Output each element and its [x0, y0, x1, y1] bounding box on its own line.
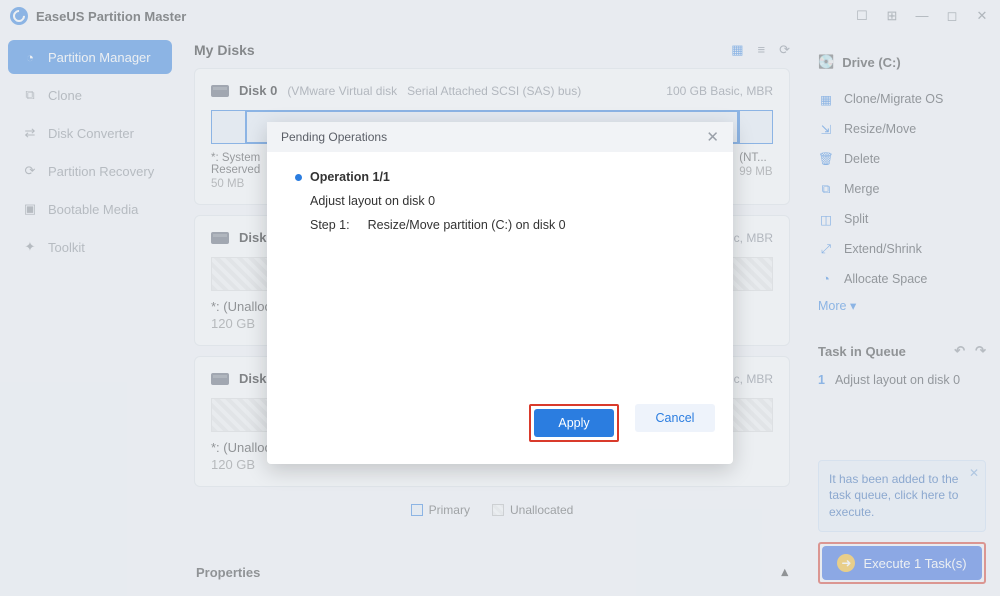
window-controls: ☐ ⊞ — ◻ ✕ — [854, 8, 990, 24]
sidebar-item-toolkit[interactable]: ✦ Toolkit — [8, 230, 172, 264]
queue-item[interactable]: 1 Adjust layout on disk 0 — [818, 373, 986, 387]
queue-index: 1 — [818, 373, 825, 387]
legend: Primary Unallocated — [194, 503, 790, 517]
sidebar: ◔ Partition Manager ⧉ Clone ⇄ Disk Conve… — [0, 32, 180, 596]
media-icon: ▣ — [22, 201, 38, 217]
action-resize-move[interactable]: ⇲Resize/Move — [818, 114, 986, 144]
execute-tasks-button[interactable]: ➜ Execute 1 Task(s) — [822, 546, 982, 580]
sidebar-item-label: Disk Converter — [48, 126, 134, 141]
action-clone-migrate[interactable]: ▦Clone/Migrate OS — [818, 84, 986, 114]
properties-toggle[interactable]: Properties ▴ — [194, 558, 790, 586]
hdd-icon — [211, 373, 229, 385]
close-icon[interactable]: ✕ — [974, 8, 990, 24]
sidebar-item-disk-converter[interactable]: ⇄ Disk Converter — [8, 116, 172, 150]
allocate-icon: ◔ — [818, 272, 834, 286]
sidebar-item-label: Clone — [48, 88, 82, 103]
apply-highlight: Apply — [529, 404, 619, 442]
chevron-up-icon: ▴ — [781, 564, 788, 580]
redo-icon[interactable]: ↷ — [975, 343, 986, 359]
action-split[interactable]: ◫Split — [818, 204, 986, 234]
dialog-close-icon[interactable]: ✕ — [706, 128, 719, 146]
undo-icon[interactable]: ↶ — [954, 343, 965, 359]
drive-title: Drive (C:) — [842, 55, 901, 70]
sidebar-item-label: Bootable Media — [48, 202, 138, 217]
trash-icon: 🗑 — [818, 152, 834, 167]
execute-label: Execute 1 Task(s) — [863, 556, 966, 571]
disk-meta: (VMware Virtual disk — [287, 84, 397, 98]
execute-tip[interactable]: ✕ It has been added to the task queue, c… — [818, 460, 986, 532]
more-actions[interactable]: More ▾ — [818, 298, 986, 313]
drive-icon: 💽 — [818, 54, 834, 70]
sidebar-item-label: Toolkit — [48, 240, 85, 255]
action-allocate-space[interactable]: ◔Allocate Space — [818, 264, 986, 294]
convert-icon: ⇄ — [22, 125, 38, 141]
tip-close-icon[interactable]: ✕ — [969, 465, 979, 482]
sidebar-item-clone[interactable]: ⧉ Clone — [8, 78, 172, 112]
right-panel: 💽 Drive (C:) ▦Clone/Migrate OS ⇲Resize/M… — [804, 32, 1000, 596]
apply-button[interactable]: Apply — [534, 409, 614, 437]
refresh-icon[interactable]: ⟳ — [779, 42, 790, 58]
titlebar: EaseUS Partition Master ☐ ⊞ — ◻ ✕ — [0, 0, 1000, 32]
bullet-icon — [295, 174, 302, 181]
page-title: My Disks — [194, 42, 255, 58]
merge-icon: ⧉ — [818, 182, 834, 197]
app-logo-icon — [10, 7, 28, 25]
app-title: EaseUS Partition Master — [36, 9, 186, 24]
operation-desc: Adjust layout on disk 0 — [310, 194, 705, 208]
arrow-right-icon: ➜ — [837, 554, 855, 572]
disk-bus: Serial Attached SCSI (SAS) bus) — [407, 84, 581, 98]
step-text: Resize/Move partition (C:) on disk 0 — [368, 218, 566, 232]
legend-unallocated: Unallocated — [510, 503, 573, 517]
expand-icon: ⤢ — [818, 242, 834, 257]
step-label: Step 1: — [310, 218, 350, 232]
gift-icon[interactable]: ⊞ — [884, 8, 900, 24]
maximize-icon[interactable]: ◻ — [944, 8, 960, 24]
pending-operations-dialog: Pending Operations ✕ Operation 1/1 Adjus… — [267, 122, 733, 464]
execute-highlight: ➜ Execute 1 Task(s) — [818, 542, 986, 584]
resize-icon: ⇲ — [818, 122, 834, 137]
split-icon: ◫ — [818, 212, 834, 227]
part-label: *: System Reserved — [211, 152, 260, 176]
disk-size: 100 GB Basic, MBR — [666, 84, 773, 98]
action-extend-shrink[interactable]: ⤢Extend/Shrink — [818, 234, 986, 264]
part-label: (NT... — [739, 152, 773, 164]
cancel-button[interactable]: Cancel — [635, 404, 715, 432]
sidebar-item-partition-recovery[interactable]: ⟳ Partition Recovery — [8, 154, 172, 188]
part-size: 99 MB — [739, 166, 773, 178]
properties-label: Properties — [196, 565, 260, 580]
disk-name: Disk 0 — [239, 83, 277, 98]
operation-header: Operation 1/1 — [310, 170, 390, 184]
sidebar-item-bootable-media[interactable]: ▣ Bootable Media — [8, 192, 172, 226]
part-size: 50 MB — [211, 178, 260, 190]
hdd-icon — [211, 232, 229, 244]
sidebar-item-partition-manager[interactable]: ◔ Partition Manager — [8, 40, 172, 74]
action-merge[interactable]: ⧉Merge — [818, 174, 986, 204]
sidebar-item-label: Partition Recovery — [48, 164, 154, 179]
pie-icon: ◔ — [22, 49, 38, 65]
grid-icon: ▦ — [818, 92, 834, 107]
minimize-icon[interactable]: — — [914, 8, 930, 24]
feedback-icon[interactable]: ☐ — [854, 8, 870, 24]
hdd-icon — [211, 85, 229, 97]
toolkit-icon: ✦ — [22, 239, 38, 255]
list-view-icon[interactable]: ≡ — [758, 42, 766, 58]
clone-icon: ⧉ — [22, 87, 38, 103]
tip-text: It has been added to the task queue, cli… — [829, 472, 958, 520]
view-toggles: ▦ ≡ ⟳ — [731, 42, 790, 58]
queue-desc: Adjust layout on disk 0 — [835, 373, 960, 387]
dialog-title: Pending Operations — [281, 130, 387, 144]
sidebar-item-label: Partition Manager — [48, 50, 151, 65]
grid-view-icon[interactable]: ▦ — [731, 42, 743, 58]
legend-primary: Primary — [429, 503, 470, 517]
queue-title: Task in Queue — [818, 344, 906, 359]
action-delete[interactable]: 🗑Delete — [818, 144, 986, 174]
recovery-icon: ⟳ — [22, 163, 38, 179]
